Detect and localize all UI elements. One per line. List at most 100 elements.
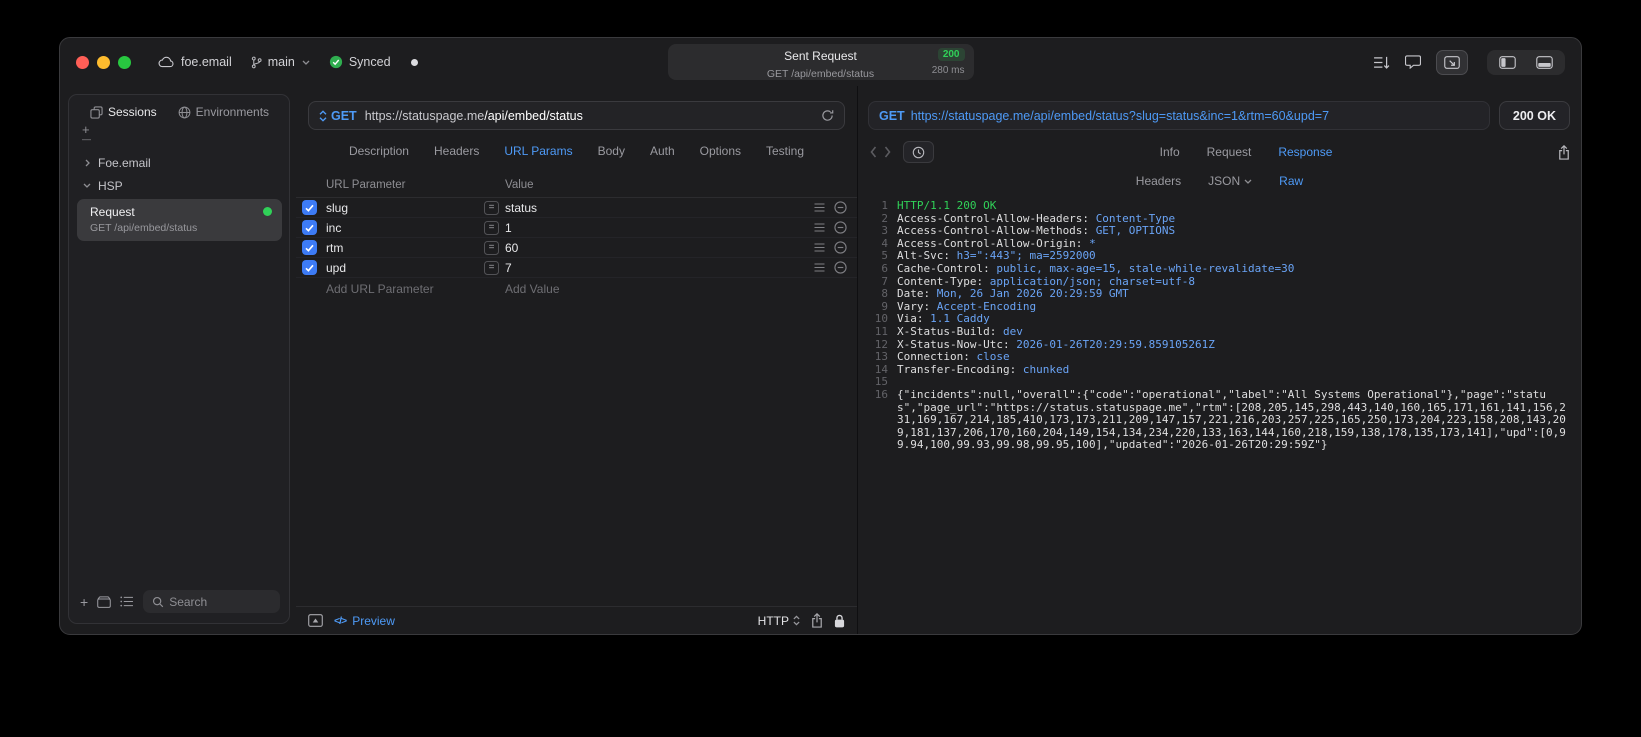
sidebar-search-field[interactable]: Search xyxy=(143,590,280,613)
param-value[interactable]: 60 xyxy=(505,241,814,255)
response-subtabs: Headers JSON Raw xyxy=(858,163,1581,195)
param-row[interactable]: upd = 7 xyxy=(296,258,857,278)
equals-type-icon[interactable]: = xyxy=(484,220,499,235)
layout-popout-icon[interactable] xyxy=(1436,49,1468,75)
response-request-url[interactable]: GET https://statuspage.me/api/embed/stat… xyxy=(868,101,1490,130)
request-tabs: Description Headers URL Params Body Auth Opti… xyxy=(296,130,857,164)
sort-list-icon[interactable] xyxy=(120,596,134,607)
url-params-table: URL Parameter Value slug = status inc = … xyxy=(296,174,857,300)
param-checkbox[interactable] xyxy=(302,220,317,235)
request-tab-auth[interactable]: Auth xyxy=(650,144,675,158)
row-menu-icon[interactable] xyxy=(814,243,825,252)
request-tab-description[interactable]: Description xyxy=(349,144,409,158)
row-menu-icon[interactable] xyxy=(814,203,825,212)
tab-sessions[interactable]: Sessions xyxy=(89,105,157,119)
send-refresh-icon[interactable] xyxy=(821,109,834,122)
param-name[interactable]: upd xyxy=(326,261,484,275)
sync-status[interactable]: Synced xyxy=(328,55,391,69)
equals-type-icon[interactable]: = xyxy=(484,200,499,215)
branch-menu[interactable]: main xyxy=(250,55,310,69)
sidebar-footer: + Search xyxy=(69,582,289,623)
response-tab-response[interactable]: Response xyxy=(1278,145,1332,159)
request-tab-options[interactable]: Options xyxy=(700,144,741,158)
param-value[interactable]: 1 xyxy=(505,221,814,235)
history-forward-icon[interactable] xyxy=(884,146,891,158)
param-row-actions xyxy=(814,221,847,234)
param-name[interactable]: rtm xyxy=(326,241,484,255)
param-row[interactable]: rtm = 60 xyxy=(296,238,857,258)
add-value-placeholder[interactable]: Add Value xyxy=(505,282,847,296)
toggle-bottom-panel-icon[interactable] xyxy=(1526,55,1563,69)
sessions-tree: Foe.email HSP Request GET /api/embed/sta… xyxy=(69,143,289,582)
request-tab-testing[interactable]: Testing xyxy=(766,144,804,158)
history-back-icon[interactable] xyxy=(870,146,877,158)
add-param-placeholder[interactable]: Add URL Parameter xyxy=(326,282,484,296)
tab-environments[interactable]: Environments xyxy=(177,105,269,119)
param-name[interactable]: slug xyxy=(326,201,484,215)
response-subtab-raw[interactable]: Raw xyxy=(1279,174,1303,188)
response-tabs: Info Request Response xyxy=(941,145,1551,159)
toggle-console-icon[interactable] xyxy=(308,614,323,627)
feedback-icon[interactable] xyxy=(1405,55,1421,69)
collapse-all-icon[interactable]: — xyxy=(82,135,289,144)
request-url-bar[interactable]: GET https://statuspage.me/api/embed/stat… xyxy=(308,101,845,130)
sync-label: Synced xyxy=(348,55,391,69)
response-subtab-headers[interactable]: Headers xyxy=(1136,174,1181,188)
request-item[interactable]: Request GET /api/embed/status xyxy=(77,199,282,241)
request-item-text: Request GET /api/embed/status xyxy=(90,205,197,234)
param-checkbox[interactable] xyxy=(302,200,317,215)
chevron-down-icon xyxy=(83,183,91,188)
equals-type-icon[interactable]: = xyxy=(484,260,499,275)
request-active-dot xyxy=(263,207,272,216)
toggle-sidebar-icon[interactable] xyxy=(1489,55,1526,69)
share-icon[interactable] xyxy=(811,613,823,628)
close-window-button[interactable] xyxy=(76,55,89,69)
search-icon xyxy=(152,596,164,608)
request-status-capsule[interactable]: Sent Request 200 GET /api/embed/status 2… xyxy=(667,44,974,80)
request-url-input[interactable]: https://statuspage.me/api/embed/status xyxy=(365,109,813,123)
remove-row-icon[interactable] xyxy=(834,261,847,274)
method-select[interactable]: GET xyxy=(319,109,357,123)
protocol-stepper-icon xyxy=(793,615,800,626)
param-row[interactable]: inc = 1 xyxy=(296,218,857,238)
sidebar-tabs: Sessions Environments xyxy=(69,95,289,122)
fullscreen-window-button[interactable] xyxy=(118,55,131,69)
request-tab-headers[interactable]: Headers xyxy=(434,144,479,158)
row-menu-icon[interactable] xyxy=(814,223,825,232)
response-tab-request[interactable]: Request xyxy=(1207,145,1252,159)
param-checkbox[interactable] xyxy=(302,260,317,275)
history-clock-icon[interactable] xyxy=(903,141,934,163)
new-group-icon[interactable] xyxy=(97,595,111,608)
tab-environments-label: Environments xyxy=(195,105,270,119)
export-response-icon[interactable] xyxy=(1558,144,1570,160)
titlebar-toolbar xyxy=(1373,49,1565,75)
response-tab-info[interactable]: Info xyxy=(1160,145,1180,159)
sort-requests-icon[interactable] xyxy=(1373,56,1390,69)
project-menu[interactable]: foe.email xyxy=(157,55,232,69)
status-code-badge: 200 xyxy=(937,48,965,61)
add-request-icon[interactable]: + xyxy=(80,595,88,609)
param-row[interactable]: slug = status xyxy=(296,198,857,218)
equals-type-icon[interactable]: = xyxy=(484,240,499,255)
add-session-icon[interactable]: + xyxy=(82,123,289,136)
add-param-row[interactable]: Add URL Parameter Add Value xyxy=(296,278,857,300)
preview-button[interactable]: </> Preview xyxy=(334,614,395,628)
lock-icon[interactable] xyxy=(834,614,845,628)
protocol-select[interactable]: HTTP xyxy=(758,614,800,628)
response-subtab-json[interactable]: JSON xyxy=(1208,174,1252,188)
tree-item-foe-email[interactable]: Foe.email xyxy=(77,151,282,174)
param-value[interactable]: 7 xyxy=(505,261,814,275)
remove-row-icon[interactable] xyxy=(834,201,847,214)
param-name[interactable]: inc xyxy=(326,221,484,235)
param-value[interactable]: status xyxy=(505,201,814,215)
row-menu-icon[interactable] xyxy=(814,263,825,272)
tree-item-hsp[interactable]: HSP xyxy=(77,174,282,197)
param-checkbox[interactable] xyxy=(302,240,317,255)
response-body[interactable]: 1 HTTP/1.1 200 OK 2 Access-Control-Allow-He… xyxy=(858,195,1581,634)
request-tab-url-params[interactable]: URL Params xyxy=(504,144,572,158)
remove-row-icon[interactable] xyxy=(834,241,847,254)
remove-row-icon[interactable] xyxy=(834,221,847,234)
minimize-window-button[interactable] xyxy=(97,55,110,69)
request-item-name: Request xyxy=(90,205,135,219)
request-tab-body[interactable]: Body xyxy=(598,144,625,158)
